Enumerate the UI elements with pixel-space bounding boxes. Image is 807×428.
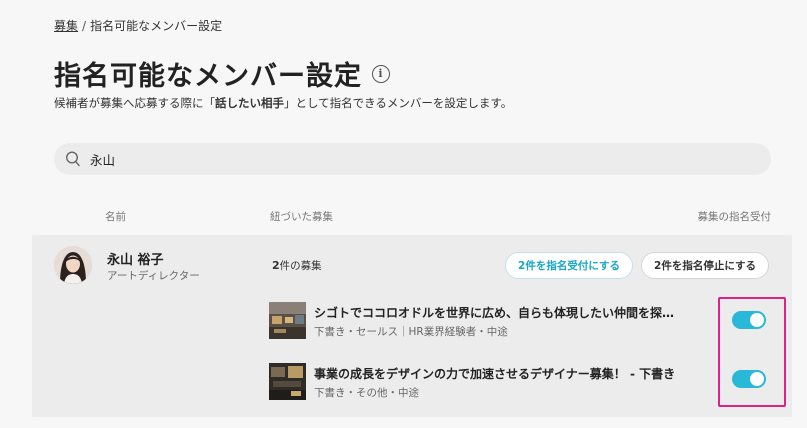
member-name: 永山 裕子 <box>107 253 164 268</box>
stop-all-button[interactable]: 2件を指名停止にする <box>641 252 769 279</box>
job-thumbnail <box>269 363 306 400</box>
breadcrumb-current: 指名可能なメンバー設定 <box>90 19 223 33</box>
toggle-knob <box>750 313 764 327</box>
accept-all-button[interactable]: 2件を指名受付にする <box>505 252 633 279</box>
job-thumbnail <box>269 302 306 339</box>
page-description: 候補者が募集へ応募する際に「話したい相手」として指名できるメンバーを設定します。 <box>54 95 512 111</box>
job-thumbnail-image <box>269 302 306 339</box>
page-title: 指名可能なメンバー設定 <box>54 61 362 92</box>
search-box[interactable] <box>54 143 771 175</box>
job-meta: 下書き・その他・中途 <box>314 387 419 399</box>
job-thumbnail-image <box>269 363 306 400</box>
avatar-image <box>54 246 92 284</box>
description-text-bold: 話したい相手 <box>215 96 284 110</box>
toggle-knob <box>750 372 764 386</box>
member-role: アートディレクター <box>107 270 200 282</box>
column-header-name: 名前 <box>105 211 126 223</box>
member-row: 永山 裕子 アートディレクター 2件の募集 2件を指名受付にする 2件を指名停止… <box>32 235 792 417</box>
job-meta: 下書き・セールス｜HR業界経験者・中途 <box>314 326 508 338</box>
breadcrumb: 募集 / 指名可能なメンバー設定 <box>54 17 222 34</box>
job-title[interactable]: 事業の成長をデザインの力で加速させるデザイナー募集！ - 下書き <box>314 365 734 382</box>
job-count-suffix: 件の募集 <box>279 260 322 272</box>
job-count-number: 2 <box>272 259 280 272</box>
search-icon <box>65 151 80 167</box>
description-text-before: 候補者が募集へ応募する際に「 <box>54 96 215 110</box>
breadcrumb-separator: / <box>82 19 87 33</box>
info-icon[interactable]: i <box>372 64 390 83</box>
column-header-accept: 募集の指名受付 <box>697 211 772 223</box>
avatar <box>54 246 92 284</box>
job-item[interactable]: シゴトでココロオドルを世界に広め、自らも体現したい仲間を探… 下書き・セールス｜… <box>269 301 749 341</box>
page-title-row: 指名可能なメンバー設定 i <box>54 54 390 93</box>
job-count: 2件の募集 <box>272 258 322 273</box>
description-text-after: 」として指名できるメンバーを設定します。 <box>284 96 513 110</box>
breadcrumb-link-jobs[interactable]: 募集 <box>54 19 78 33</box>
job-item[interactable]: 事業の成長をデザインの力で加速させるデザイナー募集！ - 下書き 下書き・その他… <box>269 362 749 402</box>
accept-toggle-job-1[interactable] <box>732 311 766 329</box>
column-header-jobs: 紐づいた募集 <box>270 211 333 223</box>
accept-toggle-job-2[interactable] <box>732 370 766 388</box>
search-input[interactable] <box>90 151 690 167</box>
job-title[interactable]: シゴトでココロオドルを世界に広め、自らも体現したい仲間を探… <box>314 304 734 321</box>
